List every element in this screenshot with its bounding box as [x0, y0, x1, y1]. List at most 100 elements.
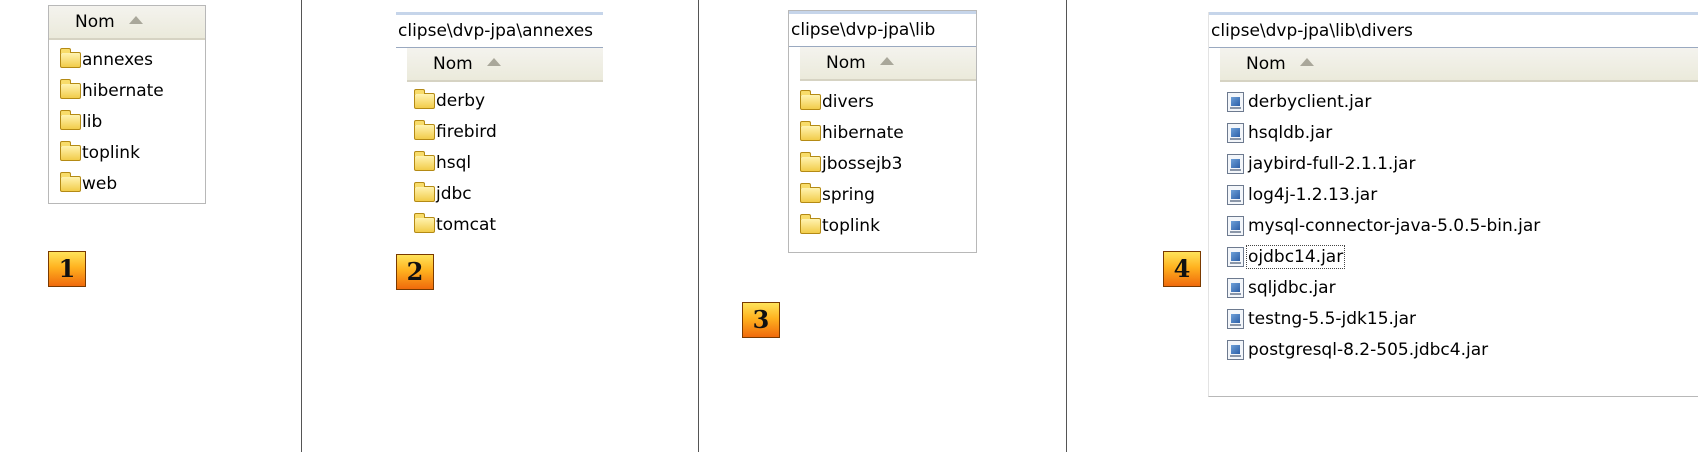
file-item[interactable]: hsqldb.jar: [1227, 117, 1698, 148]
folder-item[interactable]: annexes: [60, 44, 205, 75]
jar-file-icon: [1227, 91, 1244, 112]
sort-ascending-icon: [879, 57, 894, 65]
address-bar[interactable]: clipse\dvp-jpa\annexes: [396, 12, 603, 48]
folder-icon: [800, 89, 821, 110]
folder-label: lib: [82, 111, 103, 132]
address-path: clipse\dvp-jpa\lib: [791, 20, 936, 40]
folder-icon: [60, 171, 81, 192]
step-badge: 1: [48, 251, 86, 287]
folder-item[interactable]: spring: [800, 179, 976, 210]
file-label: derbyclient.jar: [1248, 91, 1372, 112]
sort-ascending-icon: [486, 58, 501, 66]
column-header-label: Nom: [75, 12, 115, 32]
folder-item[interactable]: tomcat: [414, 209, 603, 240]
file-item-selected[interactable]: ojdbc14.jar: [1227, 241, 1698, 272]
panel-divider: [301, 0, 302, 452]
address-path: clipse\dvp-jpa\lib\divers: [1211, 21, 1413, 41]
folder-item[interactable]: jbossejb3: [800, 148, 976, 179]
folder-icon: [414, 88, 435, 109]
file-item[interactable]: postgresql-8.2-505.jdbc4.jar: [1227, 334, 1698, 365]
folder-label: web: [82, 173, 118, 194]
file-item[interactable]: log4j-1.2.13.jar: [1227, 179, 1698, 210]
folder-label: toplink: [82, 142, 140, 163]
explorer-panel-2: clipse\dvp-jpa\annexes Nom derby firebir…: [396, 12, 603, 250]
column-header-label: Nom: [433, 54, 473, 74]
name-column-header[interactable]: Nom: [800, 47, 976, 81]
panel-divider: [1066, 0, 1067, 452]
name-column-header[interactable]: Nom: [407, 48, 603, 82]
column-header-label: Nom: [1246, 54, 1286, 74]
file-item[interactable]: sqljdbc.jar: [1227, 272, 1698, 303]
name-column-header[interactable]: Nom: [49, 6, 205, 40]
sort-ascending-icon: [128, 16, 143, 24]
folder-label: hibernate: [822, 122, 904, 143]
file-label: jaybird-full-2.1.1.jar: [1248, 153, 1416, 174]
sort-ascending-icon: [1299, 58, 1314, 66]
jar-file-icon: [1227, 122, 1244, 143]
folder-item[interactable]: jdbc: [414, 178, 603, 209]
folder-item[interactable]: lib: [60, 106, 205, 137]
folder-label: derby: [436, 90, 486, 111]
file-label: ojdbc14.jar: [1245, 244, 1346, 269]
folder-icon: [60, 109, 81, 130]
folder-item[interactable]: toplink: [800, 210, 976, 241]
jar-file-icon: [1227, 215, 1244, 236]
folder-label: divers: [822, 91, 874, 112]
explorer-panel-3: clipse\dvp-jpa\lib Nom divers hibernate …: [788, 10, 977, 253]
folder-label: jbossejb3: [822, 153, 903, 174]
folder-list: derby firebird hsql jdbc tomcat: [414, 85, 603, 240]
jar-file-icon: [1227, 277, 1244, 298]
folder-item[interactable]: web: [60, 168, 205, 199]
folder-icon: [414, 119, 435, 140]
file-label: log4j-1.2.13.jar: [1248, 184, 1378, 205]
file-item[interactable]: derbyclient.jar: [1227, 86, 1698, 117]
folder-item[interactable]: hibernate: [60, 75, 205, 106]
folder-label: annexes: [82, 49, 153, 70]
folder-icon: [800, 213, 821, 234]
folder-label: spring: [822, 184, 875, 205]
folder-label: jdbc: [436, 183, 472, 204]
column-header-label: Nom: [826, 53, 866, 73]
folder-label: tomcat: [436, 214, 497, 235]
folder-list: divers hibernate jbossejb3 spring toplin…: [800, 86, 976, 241]
file-label: testng-5.5-jdk15.jar: [1248, 308, 1417, 329]
file-item[interactable]: mysql-connector-java-5.0.5-bin.jar: [1227, 210, 1698, 241]
address-bar[interactable]: clipse\dvp-jpa\lib: [789, 11, 976, 47]
panel-divider: [698, 0, 699, 452]
folder-item[interactable]: hibernate: [800, 117, 976, 148]
name-column-header[interactable]: Nom: [1220, 48, 1698, 82]
jar-file-icon: [1227, 184, 1244, 205]
folder-icon: [60, 78, 81, 99]
step-badge: 2: [396, 254, 434, 290]
address-path: clipse\dvp-jpa\annexes: [398, 21, 594, 41]
explorer-panel-4: clipse\dvp-jpa\lib\divers Nom derbyclien…: [1208, 12, 1698, 397]
file-label: postgresql-8.2-505.jdbc4.jar: [1248, 339, 1489, 360]
folder-icon: [800, 120, 821, 141]
folder-label: hsql: [436, 152, 472, 173]
jar-file-icon: [1227, 339, 1244, 360]
jar-file-icon: [1227, 153, 1244, 174]
jar-file-icon: [1227, 308, 1244, 329]
folder-item[interactable]: hsql: [414, 147, 603, 178]
folder-icon: [60, 140, 81, 161]
folder-item[interactable]: firebird: [414, 116, 603, 147]
step-badge: 3: [742, 302, 780, 338]
folder-item[interactable]: divers: [800, 86, 976, 117]
folder-icon: [414, 212, 435, 233]
step-badge: 4: [1163, 251, 1201, 287]
folder-label: hibernate: [82, 80, 164, 101]
jar-file-icon: [1227, 246, 1244, 267]
folder-label: toplink: [822, 215, 880, 236]
folder-icon: [414, 150, 435, 171]
file-label: mysql-connector-java-5.0.5-bin.jar: [1248, 215, 1541, 236]
folder-icon: [414, 181, 435, 202]
file-item[interactable]: jaybird-full-2.1.1.jar: [1227, 148, 1698, 179]
folder-list: annexes hibernate lib toplink web: [60, 44, 205, 199]
folder-item[interactable]: toplink: [60, 137, 205, 168]
file-item[interactable]: testng-5.5-jdk15.jar: [1227, 303, 1698, 334]
file-label: sqljdbc.jar: [1248, 277, 1336, 298]
file-list: derbyclient.jar hsqldb.jar jaybird-full-…: [1227, 86, 1698, 365]
address-bar[interactable]: clipse\dvp-jpa\lib\divers: [1209, 12, 1698, 48]
explorer-panel-1: Nom annexes hibernate lib toplink web: [48, 5, 206, 204]
folder-item[interactable]: derby: [414, 85, 603, 116]
